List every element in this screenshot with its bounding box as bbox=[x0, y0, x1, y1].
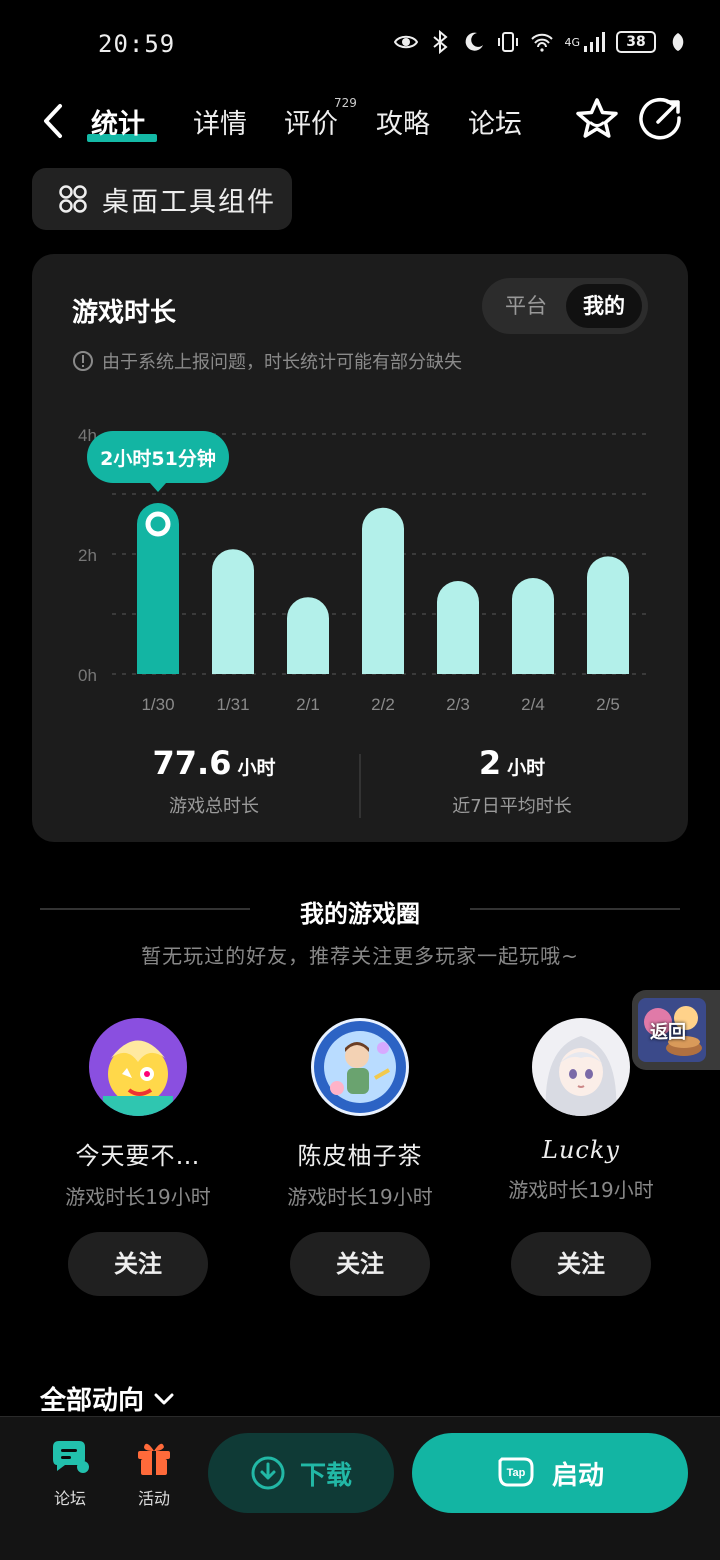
chart-bar bbox=[287, 597, 329, 674]
tab-stats[interactable]: 统计 bbox=[91, 102, 145, 141]
network-label: 4G bbox=[564, 35, 580, 49]
favorite-star-icon[interactable] bbox=[574, 96, 620, 142]
x-tick-label: 2/4 bbox=[521, 695, 545, 714]
game-circle-title: 我的游戏圈 bbox=[300, 900, 420, 928]
follow-button[interactable]: 关注 bbox=[290, 1232, 430, 1296]
forum-label: 论坛 bbox=[53, 1489, 86, 1508]
total-playtime: 77.6 小时 游戏总时长 bbox=[64, 744, 364, 818]
game-circle-header: 我的游戏圈 bbox=[40, 892, 680, 928]
average-value: 2 bbox=[478, 744, 502, 782]
notice: 由于系统上报问题，时长统计可能有部分缺失 bbox=[72, 348, 462, 374]
launch-button[interactable]: Tap 启动 bbox=[412, 1433, 688, 1513]
status-icons: 4G 38 bbox=[394, 30, 690, 54]
total-label: 游戏总时长 bbox=[169, 796, 259, 817]
follow-button[interactable]: 关注 bbox=[511, 1232, 651, 1296]
chart-bar bbox=[437, 581, 479, 674]
download-button[interactable]: 下载 bbox=[208, 1433, 394, 1513]
playtime-title: 游戏时长 bbox=[72, 298, 177, 328]
bottom-action-bar: 论坛 活动 下载 Tap 启动 bbox=[0, 1416, 720, 1560]
x-tick-label: 2/3 bbox=[446, 695, 470, 714]
eye-icon bbox=[394, 35, 419, 49]
tab-details[interactable]: 详情 bbox=[193, 102, 247, 141]
friend-playtime: 游戏时长19小时 bbox=[287, 1185, 433, 1209]
average-label: 近7日平均时长 bbox=[452, 796, 572, 817]
all-activity-dropdown[interactable]: 全部动向 bbox=[40, 1380, 176, 1417]
chart-bar bbox=[137, 503, 179, 674]
top-nav: 统计 详情 评价 729 攻略 论坛 bbox=[0, 88, 720, 158]
chart-bar bbox=[212, 549, 254, 674]
follow-button[interactable]: 关注 bbox=[68, 1232, 208, 1296]
tab-reviews[interactable]: 评价 bbox=[284, 102, 338, 141]
y-tick-label: 0h bbox=[78, 666, 97, 685]
status-time: 20:59 bbox=[98, 30, 176, 58]
playtime-card: 游戏时长 平台 我的 由于系统上报问题，时长统计可能有部分缺失 0h 2h 4h 1/… bbox=[32, 254, 688, 842]
tap-logo-icon: Tap bbox=[498, 1457, 534, 1487]
y-tick-label: 2h bbox=[78, 546, 97, 565]
forum-button[interactable]: 论坛 bbox=[40, 1437, 100, 1509]
battery-indicator: 38 bbox=[616, 31, 656, 53]
wifi-icon bbox=[531, 33, 554, 52]
game-circle-subtitle: 暂无玩过的好友，推荐关注更多玩家一起玩哦~ bbox=[141, 944, 579, 968]
x-tick-label: 2/5 bbox=[596, 695, 620, 714]
gift-icon bbox=[138, 1443, 170, 1475]
widget-grid-icon bbox=[59, 185, 87, 213]
bluetooth-icon bbox=[433, 30, 449, 54]
toggle-mine[interactable]: 我的 bbox=[566, 284, 642, 328]
friend-card[interactable]: 今天要不… 游戏时长19小时 bbox=[38, 1018, 238, 1210]
total-unit: 小时 bbox=[237, 757, 276, 779]
scope-toggle: 平台 我的 bbox=[482, 278, 648, 334]
friend-playtime: 游戏时长19小时 bbox=[65, 1185, 211, 1209]
friend-name: 今天要不… bbox=[75, 1142, 201, 1170]
friend-name: Lucky bbox=[542, 1136, 620, 1164]
playtime-stats: 77.6 小时 游戏总时长 2 小时 近7日平均时长 bbox=[32, 744, 688, 824]
back-arrow-icon[interactable] bbox=[36, 100, 70, 142]
notice-text: 由于系统上报问题，时长统计可能有部分缺失 bbox=[102, 352, 462, 373]
average-unit: 小时 bbox=[507, 757, 546, 779]
download-icon bbox=[251, 1456, 285, 1490]
launch-label: 启动 bbox=[551, 1460, 604, 1491]
friend-name: 陈皮柚子茶 bbox=[297, 1142, 423, 1170]
x-tick-label: 1/31 bbox=[216, 695, 249, 714]
signal-icon bbox=[584, 32, 605, 52]
vibrate-icon bbox=[498, 32, 519, 52]
total-value: 77.6 bbox=[152, 744, 232, 782]
widget-button-label: 桌面工具组件 bbox=[102, 186, 276, 218]
share-icon[interactable] bbox=[638, 96, 684, 142]
chat-bubble-icon bbox=[53, 1441, 89, 1473]
status-bar: 20:59 4G 38 bbox=[0, 0, 720, 88]
chart-bar bbox=[512, 578, 554, 674]
leaf-icon bbox=[672, 33, 684, 51]
activity-button[interactable]: 活动 bbox=[124, 1437, 184, 1509]
tap-logo-text: Tap bbox=[507, 1467, 526, 1479]
moon-icon bbox=[466, 32, 484, 51]
playtime-chart: 0h2h4h1/302小时51分钟1/31 2/1 2/2 2/3 2/4 2/5 bbox=[78, 426, 648, 714]
chart-bar bbox=[362, 507, 404, 674]
chart-bar bbox=[587, 556, 629, 674]
return-label: 返回 bbox=[650, 1022, 686, 1043]
friend-card[interactable]: 陈皮柚子茶 游戏时长19小时 bbox=[260, 1018, 460, 1210]
x-tick-label: 2/1 bbox=[296, 695, 320, 714]
activity-label: 活动 bbox=[137, 1489, 170, 1508]
avatar[interactable] bbox=[311, 1018, 409, 1116]
tooltip-pointer bbox=[150, 483, 166, 492]
chevron-down-icon bbox=[154, 1393, 174, 1404]
x-tick-label: 2/2 bbox=[371, 695, 395, 714]
tab-forum[interactable]: 论坛 bbox=[468, 102, 522, 141]
info-icon bbox=[73, 351, 93, 371]
stats-divider bbox=[359, 754, 361, 818]
all-activity-label: 全部动向 bbox=[40, 1386, 145, 1416]
avatar[interactable] bbox=[89, 1018, 187, 1116]
download-label: 下载 bbox=[299, 1460, 352, 1491]
x-tick-label: 1/30 bbox=[141, 695, 174, 714]
floating-return-button[interactable]: 返回 bbox=[632, 990, 720, 1070]
average-playtime: 2 小时 近7日平均时长 bbox=[362, 744, 662, 818]
desktop-widget-button[interactable]: 桌面工具组件 bbox=[32, 168, 292, 230]
tooltip-text: 2小时51分钟 bbox=[100, 447, 216, 470]
review-count-badge: 729 bbox=[334, 96, 357, 110]
tab-guides[interactable]: 攻略 bbox=[376, 102, 430, 141]
friend-playtime: 游戏时长19小时 bbox=[508, 1178, 654, 1202]
avatar[interactable] bbox=[532, 1018, 630, 1116]
toggle-platform[interactable]: 平台 bbox=[488, 284, 564, 328]
